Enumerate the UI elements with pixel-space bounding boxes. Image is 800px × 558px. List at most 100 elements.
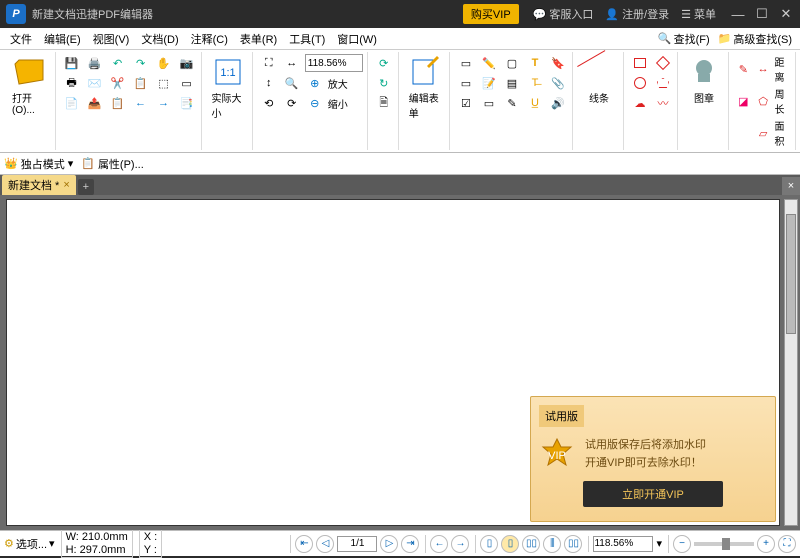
last-page-button[interactable]: ⇥: [401, 535, 419, 553]
nav-fwd-button[interactable]: →: [451, 535, 469, 553]
underline-icon[interactable]: U̲: [525, 94, 545, 112]
copy-icon[interactable]: 📋: [131, 74, 151, 92]
rect-icon[interactable]: [630, 54, 650, 72]
new-tab-button[interactable]: +: [78, 179, 94, 195]
area-icon[interactable]: ▱: [755, 124, 772, 142]
sound-icon[interactable]: 🔊: [548, 94, 568, 112]
buy-vip-button[interactable]: 购买VIP: [463, 4, 519, 24]
options-button[interactable]: ⚙选项...▾: [4, 536, 55, 552]
minimize-button[interactable]: —: [730, 7, 746, 22]
reload-icon[interactable]: ↻: [374, 74, 394, 92]
nav-back-button[interactable]: ←: [430, 535, 448, 553]
fit-width-icon[interactable]: ↔: [282, 54, 302, 72]
camera-icon[interactable]: 📷: [177, 54, 197, 72]
close-button[interactable]: ✕: [778, 6, 794, 22]
continuous-icon[interactable]: ▯: [501, 535, 519, 553]
save-icon[interactable]: 💾: [62, 54, 82, 72]
zoom-slider[interactable]: [694, 542, 754, 546]
single-page-icon[interactable]: ▯: [480, 535, 498, 553]
find-button[interactable]: 🔍查找(F): [654, 29, 714, 49]
first-page-button[interactable]: ⇤: [295, 535, 313, 553]
zoom-in-icon[interactable]: ⊕: [305, 74, 325, 92]
open-button[interactable]: 打开(O)...: [8, 54, 51, 118]
menu-form[interactable]: 表单(R): [234, 29, 283, 49]
fit-page-icon[interactable]: ⛶: [259, 54, 279, 72]
polygon-icon[interactable]: [653, 74, 673, 92]
prev-page-button[interactable]: ◁: [316, 535, 334, 553]
checkbox-icon[interactable]: ☑: [456, 94, 476, 112]
fit-button[interactable]: ⛶: [778, 535, 796, 553]
tab-close-icon[interactable]: ×: [63, 179, 69, 191]
edit-form-button[interactable]: 编辑表单: [405, 54, 445, 122]
export-icon[interactable]: 📤: [85, 94, 105, 112]
continuous-facing-icon[interactable]: ⫼: [543, 535, 561, 553]
circle-icon[interactable]: [630, 74, 650, 92]
actual-size-button[interactable]: 1:1 实际大小: [208, 54, 248, 122]
support-button[interactable]: 💬客服入口: [533, 6, 594, 22]
redo-icon[interactable]: ↷: [131, 54, 151, 72]
refresh-icon[interactable]: ⟳: [374, 54, 394, 72]
book-icon[interactable]: ▯▯: [564, 535, 582, 553]
snapshot-icon[interactable]: 📑: [177, 94, 197, 112]
zoom-input[interactable]: [305, 54, 363, 72]
print-icon[interactable]: 🖶: [62, 74, 82, 92]
cloud-icon[interactable]: ☁: [630, 94, 650, 112]
highlight-icon[interactable]: ✏️: [479, 54, 499, 72]
strikeout-icon[interactable]: T̶: [525, 74, 545, 92]
status-zoom-input[interactable]: [593, 536, 653, 552]
menu-view[interactable]: 视图(V): [87, 29, 136, 49]
dist-icon[interactable]: ↔: [755, 60, 772, 78]
zoom-slider-knob[interactable]: [722, 538, 730, 550]
marquee-zoom-icon[interactable]: 🔍: [282, 74, 302, 92]
main-menu-button[interactable]: ☰菜单: [681, 6, 716, 22]
upgrade-vip-button[interactable]: 立即开通VIP: [583, 481, 723, 507]
scan-icon[interactable]: 🖨️: [85, 54, 105, 72]
menu-file[interactable]: 文件: [4, 29, 38, 49]
maximize-button[interactable]: ☐: [754, 6, 770, 22]
undo-icon[interactable]: ↶: [108, 54, 128, 72]
tab-document-1[interactable]: 新建文档 *×: [2, 175, 76, 195]
rhombus-icon[interactable]: [653, 54, 673, 72]
page-input[interactable]: [337, 536, 377, 552]
bookmark-icon[interactable]: 🔖: [548, 54, 568, 72]
freeform-icon[interactable]: 〰: [653, 94, 673, 112]
menu-document[interactable]: 文档(D): [135, 29, 184, 49]
text-edit-icon[interactable]: ✎: [502, 94, 522, 112]
ocr-icon[interactable]: 🗎: [374, 94, 394, 112]
menu-tools[interactable]: 工具(T): [283, 29, 331, 49]
login-button[interactable]: 👤注册/登录: [605, 6, 669, 22]
zoom-in-button[interactable]: +: [757, 535, 775, 553]
next-page-button[interactable]: ▷: [380, 535, 398, 553]
stamp-button[interactable]: 图章: [684, 54, 724, 107]
pointer-icon[interactable]: ▭: [177, 74, 197, 92]
scrollbar-thumb[interactable]: [786, 214, 796, 334]
exclusive-mode-button[interactable]: 👑独占模式▾: [4, 156, 73, 172]
text-t-icon[interactable]: T: [525, 54, 545, 72]
rotate-right-icon[interactable]: ⟳: [282, 94, 302, 112]
email-icon[interactable]: ✉️: [85, 74, 105, 92]
vertical-scrollbar[interactable]: [784, 199, 798, 526]
hand-icon[interactable]: ✋: [154, 54, 174, 72]
menu-edit[interactable]: 编辑(E): [38, 29, 87, 49]
lines-button[interactable]: 线条: [579, 54, 619, 107]
chevron-down-icon[interactable]: ▾: [656, 537, 662, 550]
text-box-icon[interactable]: ▢: [502, 54, 522, 72]
new-icon[interactable]: 📄: [62, 94, 82, 112]
zoom-out-icon[interactable]: ⊖: [305, 94, 325, 112]
facing-icon[interactable]: ▯▯: [522, 535, 540, 553]
stamp2-icon[interactable]: ▭: [479, 94, 499, 112]
tabs-close-all-button[interactable]: ×: [782, 177, 800, 195]
paste-icon[interactable]: 📋: [108, 94, 128, 112]
pencil-icon[interactable]: ✎: [735, 60, 752, 78]
perim-icon[interactable]: ⬠: [755, 92, 772, 110]
zoom-out-button[interactable]: −: [673, 535, 691, 553]
textfield-icon[interactable]: ▭: [456, 54, 476, 72]
eraser-icon[interactable]: ◪: [735, 92, 752, 110]
cut-icon[interactable]: ✂️: [108, 74, 128, 92]
attach-icon[interactable]: 📎: [548, 74, 568, 92]
select-icon[interactable]: ⬚: [154, 74, 174, 92]
advanced-find-button[interactable]: 📁高级查找(S): [714, 29, 796, 49]
fit-height-icon[interactable]: ↕: [259, 74, 279, 92]
rotate-left-icon[interactable]: ⟲: [259, 94, 279, 112]
properties-button[interactable]: 📋属性(P)...: [81, 156, 144, 172]
